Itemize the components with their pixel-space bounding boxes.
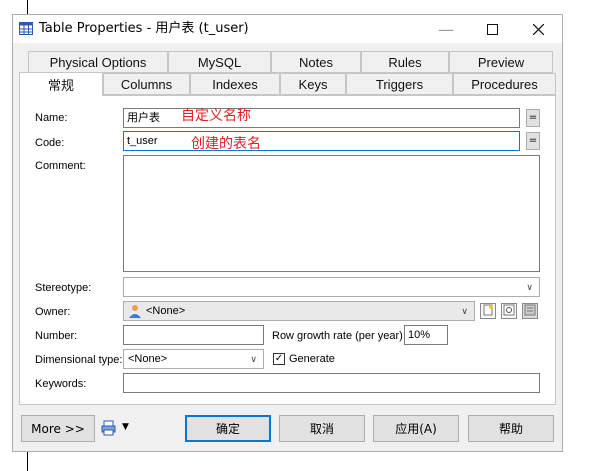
table-icon <box>19 22 33 35</box>
chevron-down-icon: ∨ <box>461 306 468 316</box>
owner-list-button[interactable] <box>522 303 538 319</box>
minimize-button[interactable]: — <box>423 15 469 43</box>
maximize-icon <box>486 23 498 35</box>
more-button[interactable]: More >> <box>21 415 95 442</box>
new-icon <box>483 304 493 316</box>
tab-procedures[interactable]: Procedures <box>453 73 556 95</box>
owner-dropdown[interactable]: <None> ∨ <box>123 301 475 321</box>
tab-general[interactable]: 常规 <box>19 72 103 96</box>
comment-textarea[interactable] <box>123 155 540 272</box>
caret-down-icon: ▼ <box>122 422 129 432</box>
chevron-down-icon: ∨ <box>250 354 257 364</box>
close-icon <box>532 23 544 35</box>
name-label: Name: <box>35 112 68 124</box>
window-title: Table Properties - 用户表 (t_user) <box>39 21 249 36</box>
close-button[interactable] <box>515 15 561 43</box>
dimensional-type-dropdown[interactable]: <None> ∨ <box>123 349 264 369</box>
tab-keys[interactable]: Keys <box>280 73 346 95</box>
tab-indexes[interactable]: Indexes <box>190 73 280 95</box>
maximize-button[interactable] <box>469 15 515 43</box>
comment-label: Comment: <box>35 160 86 172</box>
stereotype-label: Stereotype: <box>35 282 92 294</box>
new-owner-button[interactable] <box>480 303 496 319</box>
generate-label: Generate <box>289 353 335 365</box>
print-dropdown-button[interactable]: ▼ <box>101 420 135 438</box>
name-annotation: 自定义名称 <box>181 108 251 124</box>
row-growth-field[interactable]: 10% <box>404 325 448 345</box>
number-label: Number: <box>35 330 78 342</box>
owner-label: Owner: <box>35 306 71 318</box>
dimensional-type-label: Dimensional type: <box>35 354 123 366</box>
tab-physical-options[interactable]: Physical Options <box>28 51 168 73</box>
edge-line-bottom <box>27 452 28 471</box>
code-annotation: 创建的表名 <box>191 136 261 152</box>
stereotype-dropdown[interactable]: ∨ <box>123 277 540 297</box>
table-properties-window: Table Properties - 用户表 (t_user) — Physic… <box>12 14 563 452</box>
tab-preview[interactable]: Preview <box>449 51 553 73</box>
row-growth-value: 10% <box>408 329 431 341</box>
code-label: Code: <box>35 137 65 149</box>
ok-button[interactable]: 确定 <box>185 415 271 442</box>
title-bar: Table Properties - 用户表 (t_user) — <box>13 15 562 43</box>
number-field[interactable] <box>123 325 264 345</box>
name-sync-button[interactable]: = <box>526 109 540 127</box>
owner-value: <None> <box>146 305 186 317</box>
list-icon <box>524 304 536 316</box>
keywords-label: Keywords: <box>35 378 87 390</box>
generate-checkbox[interactable]: ✓ <box>273 353 285 365</box>
tab-notes[interactable]: Notes <box>271 51 361 73</box>
name-value: 用户表 <box>127 112 160 124</box>
tab-mysql[interactable]: MySQL <box>168 51 271 73</box>
printer-icon <box>101 420 116 436</box>
properties-icon <box>503 304 515 316</box>
owner-properties-button[interactable] <box>501 303 517 319</box>
dimensional-type-value: <None> <box>128 353 168 365</box>
apply-button[interactable]: 应用(A) <box>373 415 459 442</box>
row-growth-label: Row growth rate (per year): <box>272 330 406 342</box>
code-sync-button[interactable]: = <box>526 132 540 150</box>
user-icon <box>129 305 141 318</box>
tab-rules[interactable]: Rules <box>361 51 449 73</box>
chevron-down-icon: ∨ <box>526 282 533 292</box>
help-button[interactable]: 帮助 <box>468 415 554 442</box>
keywords-field[interactable] <box>123 373 540 393</box>
edge-line-top <box>27 0 28 14</box>
tab-columns[interactable]: Columns <box>103 73 190 95</box>
code-value: t_user <box>127 135 158 147</box>
code-field[interactable]: t_user <box>123 131 520 151</box>
tab-triggers[interactable]: Triggers <box>346 73 453 95</box>
cancel-button[interactable]: 取消 <box>279 415 365 442</box>
